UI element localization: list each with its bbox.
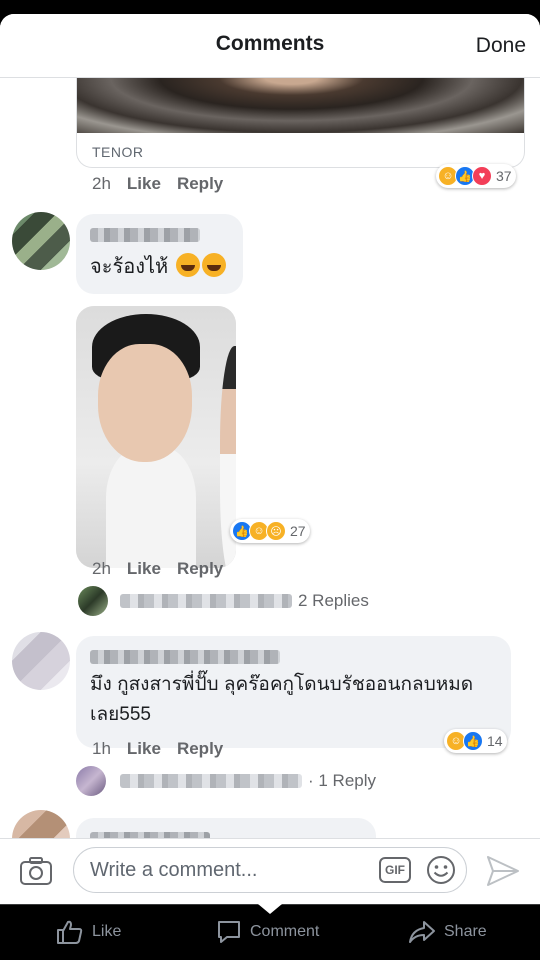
- like-link[interactable]: Like: [127, 739, 161, 759]
- gif-source-label: TENOR: [92, 144, 144, 160]
- photo-attachment[interactable]: [76, 306, 236, 568]
- share-action-button[interactable]: Share: [408, 919, 487, 945]
- gif-image: [77, 78, 524, 133]
- send-icon[interactable]: [486, 855, 520, 887]
- reply-avatar[interactable]: [78, 586, 108, 616]
- avatar[interactable]: [12, 212, 70, 270]
- avatar[interactable]: [12, 632, 70, 690]
- comment-time: 1h: [92, 739, 111, 758]
- header-title: Comments: [215, 32, 325, 55]
- done-button[interactable]: Done: [476, 34, 526, 58]
- gif-button[interactable]: GIF: [379, 857, 411, 883]
- reaction-summary[interactable]: ☺ 👍 14: [444, 729, 507, 753]
- love-reaction-icon: ♥: [472, 166, 492, 186]
- comment-text: มึง กูสงสารพี่ปั๊บ ลุคร๊อคกูโดนบรัชออนกล…: [90, 674, 474, 725]
- gif-attachment[interactable]: TENOR: [76, 78, 525, 168]
- replies-count: 2 Replies: [298, 591, 369, 610]
- comments-header: Comments Done: [0, 14, 540, 78]
- reply-link[interactable]: Reply: [177, 559, 223, 579]
- share-arrow-icon: [409, 921, 435, 943]
- view-replies-link[interactable]: · 1 Reply: [120, 771, 376, 791]
- comment-meta: 2h Like Reply: [92, 174, 239, 194]
- share-action-label: Share: [444, 923, 487, 940]
- reply-avatar[interactable]: [76, 766, 106, 796]
- blurred-reply-author: [120, 594, 292, 608]
- sticker-smile-icon[interactable]: [426, 855, 456, 885]
- reaction-count: 14: [487, 733, 503, 749]
- comment-input[interactable]: Write a comment... GIF: [73, 847, 467, 893]
- like-link[interactable]: Like: [127, 559, 161, 579]
- sheet-pointer: [258, 904, 282, 914]
- replies-count: · 1 Reply: [308, 771, 377, 790]
- comments-sheet: Comments Done TENOR 2h Like Reply ☺ 👍 ♥ …: [0, 14, 540, 904]
- comment-action-button[interactable]: Comment: [216, 919, 319, 945]
- comment-bubble: มึง กูสงสารพี่ปั๊บ ลุคร๊อคกูโดนบรัชออนกล…: [76, 636, 511, 748]
- blurred-author-name[interactable]: [90, 650, 280, 664]
- comment-time: 2h: [92, 174, 111, 193]
- like-reaction-icon: 👍: [463, 731, 483, 751]
- reaction-count: 37: [496, 168, 512, 184]
- sad-reaction-icon: ☹: [266, 521, 286, 541]
- post-action-bar: Like Comment Share: [0, 904, 540, 960]
- blurred-author-name[interactable]: [90, 228, 200, 242]
- reaction-summary[interactable]: ☺ 👍 ♥ 37: [436, 164, 516, 188]
- reply-link[interactable]: Reply: [177, 739, 223, 759]
- blurred-reply-author: [120, 774, 302, 788]
- comment-bubble-icon: [218, 921, 240, 943]
- like-link[interactable]: Like: [127, 174, 161, 194]
- thumbs-up-icon: [57, 920, 83, 944]
- comment-composer: Write a comment... GIF: [0, 838, 540, 904]
- like-action-label: Like: [92, 923, 122, 940]
- comment-meta: 2h Like Reply: [92, 559, 239, 579]
- tears-of-joy-emoji-icon: [201, 253, 226, 277]
- reaction-count: 27: [290, 523, 306, 539]
- like-action-button[interactable]: Like: [56, 919, 121, 945]
- view-replies-link[interactable]: 2 Replies: [120, 591, 369, 611]
- reaction-summary[interactable]: 👍 ☺ ☹ 27: [230, 519, 310, 543]
- comment-action-label: Comment: [250, 923, 320, 940]
- tears-of-joy-emoji-icon: [175, 253, 200, 277]
- reply-link[interactable]: Reply: [177, 174, 223, 194]
- comment-time: 2h: [92, 559, 111, 578]
- camera-icon[interactable]: [20, 857, 52, 885]
- comment-input-placeholder: Write a comment...: [90, 859, 258, 881]
- comment-text: จะร้องไห้: [90, 252, 226, 282]
- comment-bubble: จะร้องไห้: [76, 214, 243, 294]
- comment-meta: 1h Like Reply: [92, 739, 239, 759]
